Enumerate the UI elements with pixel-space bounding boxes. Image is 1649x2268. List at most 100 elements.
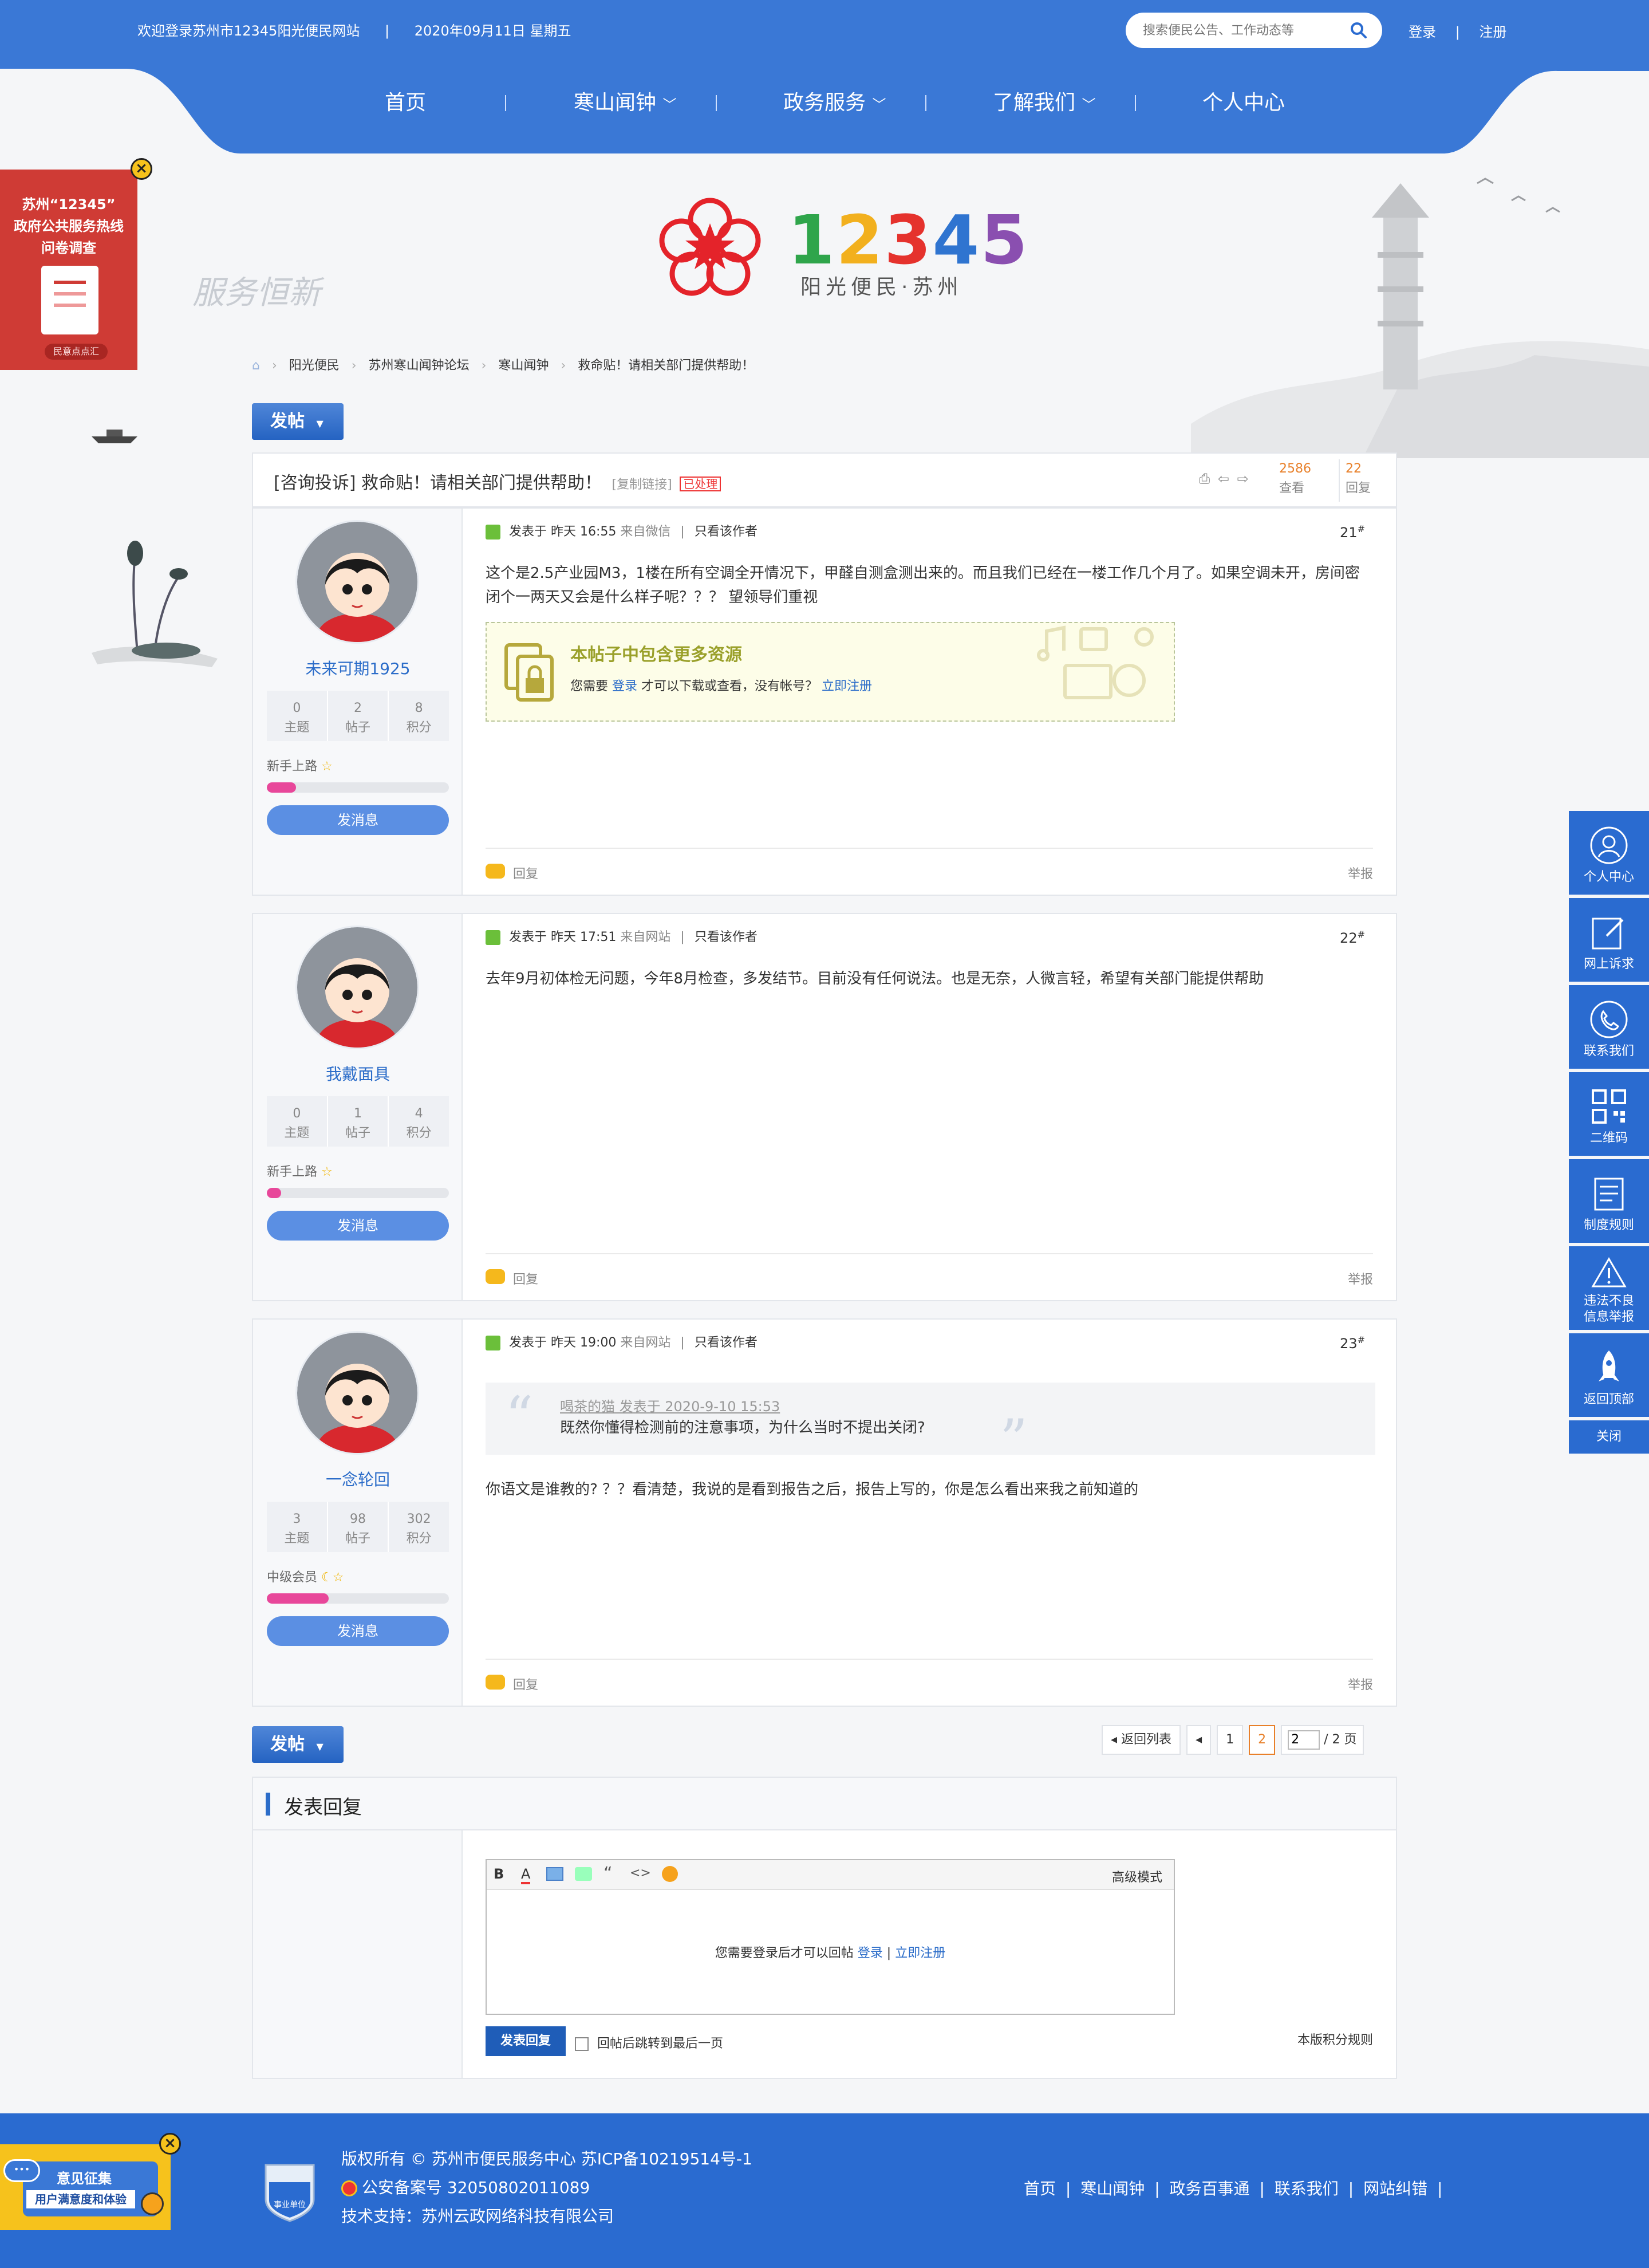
floor-number[interactable]: 23#: [1340, 1334, 1365, 1352]
nav-item-services[interactable]: 政务服务 ﹀: [783, 86, 886, 120]
side-report-illegal[interactable]: 违法不良 信息举报: [1569, 1246, 1649, 1330]
prev-thread-icon[interactable]: ⇦: [1218, 471, 1229, 487]
survey-ad[interactable]: 苏州“12345” 政府公共服务热线 问卷调查 民意点点汇: [0, 170, 137, 370]
floor-number[interactable]: 22#: [1340, 929, 1365, 946]
search-icon[interactable]: [1350, 22, 1367, 39]
page-jump: / 2 页: [1281, 1725, 1364, 1755]
nav-item-about[interactable]: 了解我们 ﹀: [993, 86, 1095, 120]
reply-link[interactable]: 回复: [513, 1269, 538, 1287]
avatar[interactable]: [295, 520, 419, 644]
survey-line2: 政府公共服务热线: [14, 218, 124, 234]
search-input[interactable]: [1143, 21, 1338, 40]
stat-threads[interactable]: 0 主题: [267, 691, 327, 741]
quote-author[interactable]: 喝茶的猫 发表于 2020-9-10 15:53: [560, 1395, 780, 1415]
author-name[interactable]: 未来可期1925: [253, 656, 463, 679]
print-icon[interactable]: ⎙: [1199, 471, 1210, 487]
footer-link[interactable]: 首页: [1024, 2179, 1056, 2198]
footer-link[interactable]: 网站纠错: [1363, 2179, 1427, 2198]
reply-link[interactable]: 回复: [513, 864, 538, 882]
jump-checkbox[interactable]: [575, 2037, 589, 2051]
side-personal-center[interactable]: 个人中心: [1569, 811, 1649, 895]
nav-item-hanshan[interactable]: 寒山闻钟 ﹀: [574, 86, 676, 120]
level-label: 新手上路: [267, 759, 318, 774]
send-message-button[interactable]: 发消息: [267, 805, 449, 835]
status-badge: 已处理: [680, 476, 721, 491]
page-jump-input[interactable]: [1288, 1730, 1320, 1750]
editor-register-link[interactable]: 立即注册: [895, 1946, 945, 1960]
reply-link[interactable]: 回复: [513, 1675, 538, 1693]
attachment-login-link[interactable]: 登录: [612, 679, 637, 694]
image-icon[interactable]: [546, 1867, 563, 1881]
feedback-ad[interactable]: ••• 意见征集 用户满意度和体验: [0, 2144, 171, 2230]
editor-toolbar: B A “ <> 高级模式: [487, 1860, 1174, 1890]
close-icon[interactable]: ×: [131, 158, 152, 180]
emoji-icon[interactable]: [662, 1866, 678, 1882]
attachment-icon[interactable]: [575, 1867, 592, 1881]
close-icon[interactable]: ×: [159, 2133, 181, 2155]
side-close-button[interactable]: 关闭: [1569, 1420, 1649, 1454]
nav-item-personal[interactable]: 个人中心: [1202, 86, 1285, 120]
login-link[interactable]: 登录: [1409, 21, 1436, 41]
level-progress-fill: [267, 1593, 329, 1604]
report-link[interactable]: 举报: [1348, 864, 1373, 882]
feedback-subtitle: 用户满意度和体验: [26, 2190, 135, 2208]
stat-threads[interactable]: 0 主题: [267, 1096, 327, 1147]
side-qrcode[interactable]: 二维码: [1569, 1072, 1649, 1156]
police-record[interactable]: 公安备案号 32050802011089: [341, 2175, 590, 2198]
side-back-to-top[interactable]: 返回顶部: [1569, 1333, 1649, 1417]
only-author-link[interactable]: 只看该作者: [695, 930, 758, 944]
send-message-button[interactable]: 发消息: [267, 1211, 449, 1241]
home-icon[interactable]: ⌂: [252, 359, 260, 373]
submit-reply-button[interactable]: 发表回复: [486, 2026, 566, 2056]
meta-divider: |: [680, 930, 685, 944]
site-logo[interactable]: 12345 阳光便民·苏州: [658, 189, 1028, 304]
stat-threads[interactable]: 3 主题: [267, 1502, 327, 1552]
code-icon[interactable]: <>: [630, 1866, 651, 1880]
new-post-button[interactable]: 发帖 ▼: [252, 403, 344, 440]
back-to-list-button[interactable]: ◂ 返回列表: [1102, 1725, 1181, 1755]
points-rules-link[interactable]: 本版积分规则: [1297, 2030, 1373, 2048]
attachment-register-link[interactable]: 立即注册: [822, 679, 872, 694]
font-color-icon[interactable]: A: [521, 1866, 531, 1884]
pagoda-landscape-illustration: [1191, 178, 1649, 458]
stat-points[interactable]: 302 积分: [388, 1502, 449, 1552]
breadcrumb-item[interactable]: 寒山闻钟: [498, 359, 549, 373]
side-online-appeal[interactable]: 网上诉求: [1569, 898, 1649, 982]
stat-posts[interactable]: 1 帖子: [326, 1096, 388, 1147]
author-name[interactable]: 一念轮回: [253, 1467, 463, 1490]
only-author-link[interactable]: 只看该作者: [695, 525, 758, 539]
stat-posts[interactable]: 98 帖子: [326, 1502, 388, 1552]
stat-points[interactable]: 8 积分: [388, 691, 449, 741]
avatar[interactable]: [295, 1331, 419, 1455]
side-rules[interactable]: 制度规则: [1569, 1159, 1649, 1243]
reply-header: 发表回复: [253, 1778, 1396, 1830]
copy-link[interactable]: [复制链接]: [612, 478, 672, 492]
report-link[interactable]: 举报: [1348, 1675, 1373, 1693]
breadcrumb-item[interactable]: 救命贴！请相关部门提供帮助！: [578, 359, 754, 373]
editor-login-link[interactable]: 登录: [858, 1946, 883, 1960]
quote-icon[interactable]: “: [603, 1864, 613, 1884]
bold-icon[interactable]: B: [494, 1866, 504, 1882]
breadcrumb-item[interactable]: 苏州寒山闻钟论坛: [369, 359, 470, 373]
footer-link[interactable]: 寒山闻钟: [1080, 2179, 1145, 2198]
footer-link[interactable]: 联系我们: [1275, 2179, 1339, 2198]
breadcrumb-item[interactable]: 阳光便民: [289, 359, 340, 373]
register-link[interactable]: 注册: [1479, 21, 1506, 41]
stat-posts[interactable]: 2 帖子: [326, 691, 388, 741]
page-1-link[interactable]: 1: [1217, 1725, 1244, 1755]
send-message-button[interactable]: 发消息: [267, 1616, 449, 1646]
footer-link[interactable]: 政务百事通: [1170, 2179, 1250, 2198]
survey-button[interactable]: 民意点点汇: [45, 344, 108, 360]
advanced-mode-link[interactable]: 高级模式: [1112, 1867, 1162, 1885]
avatar[interactable]: [295, 926, 419, 1049]
only-author-link[interactable]: 只看该作者: [695, 1336, 758, 1350]
floor-number[interactable]: 21#: [1340, 523, 1365, 541]
nav-item-home[interactable]: 首页: [385, 86, 426, 120]
side-contact-us[interactable]: 联系我们: [1569, 985, 1649, 1069]
stat-points[interactable]: 4 积分: [388, 1096, 449, 1147]
report-link[interactable]: 举报: [1348, 1269, 1373, 1287]
next-thread-icon[interactable]: ⇨: [1237, 471, 1249, 487]
new-post-button[interactable]: 发帖 ▼: [252, 1726, 344, 1763]
prev-page-button[interactable]: ◂: [1186, 1725, 1212, 1755]
author-name[interactable]: 我戴面具: [253, 1062, 463, 1085]
